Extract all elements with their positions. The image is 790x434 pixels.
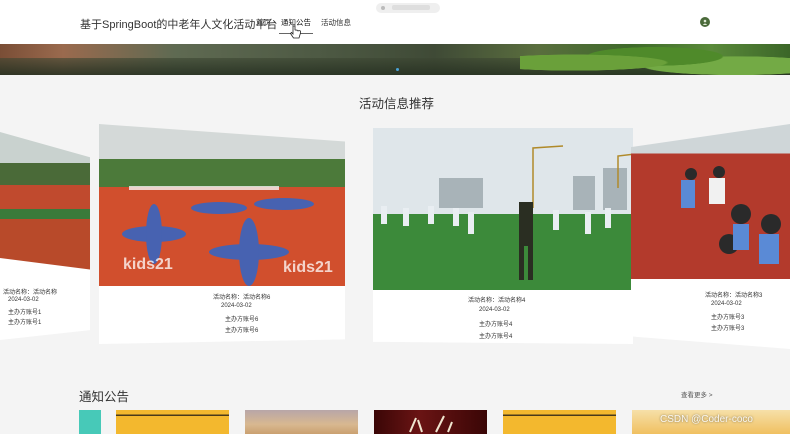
card-date: 2024-03-02: [221, 303, 252, 309]
main-nav: 首页 通知公告 活动信息: [256, 17, 351, 34]
csdn-watermark: CSDN @Coder-coco: [660, 414, 753, 425]
kids-watermark: kids21: [123, 256, 173, 273]
nav-home[interactable]: 首页: [256, 17, 271, 28]
hand-cursor-icon: [290, 25, 301, 39]
card-host: 主办方账号1: [8, 310, 42, 316]
hero-banner: [0, 44, 790, 75]
card-activity-name: 活动名称：活动名称: [3, 290, 58, 296]
card-activity-name: 活动名称：活动名称6: [213, 295, 271, 301]
activity-card-1[interactable]: 活动名称：活动名称 2024-03-02 主办方账号1 主办方账号1: [0, 130, 92, 340]
site-title: 基于SpringBoot的中老年人文化活动平台: [80, 19, 278, 31]
activity-card-image: [631, 124, 790, 289]
banner-indicator[interactable]: [396, 68, 399, 71]
card-activity-name: 活动名称：活动名称3: [705, 293, 763, 299]
card-date: 2024-03-02: [479, 307, 510, 313]
activity-card-image: [373, 128, 633, 293]
activity-card-4[interactable]: 活动名称：活动名称3 2024-03-02 主办方账号3 主办方账号3: [631, 124, 790, 349]
notice-thumb-1[interactable]: [79, 410, 101, 434]
card-host: 主办方账号3: [711, 315, 745, 321]
notice-thumb-5[interactable]: [503, 410, 616, 434]
card-date: 2024-03-02: [8, 297, 39, 303]
card-host-account: 主办方账号3: [711, 326, 745, 332]
activity-card-2[interactable]: kids21 kids21 活动名称：活动名称6 2024-03-02 主办方账…: [99, 124, 345, 344]
activity-section-title: 活动信息推荐: [359, 97, 435, 111]
view-more-link[interactable]: 查看更多 >: [681, 389, 713, 399]
card-activity-name: 活动名称：活动名称4: [468, 298, 526, 304]
kids-watermark: kids21: [283, 259, 333, 276]
card-date: 2024-03-02: [711, 301, 742, 307]
card-host-account: 主办方账号1: [8, 320, 42, 326]
top-header: 基于SpringBoot的中老年人文化活动平台 首页 通知公告 活动信息: [0, 0, 790, 44]
activity-card-image: [0, 132, 90, 272]
notice-section-title: 通知公告: [79, 390, 130, 404]
nav-activities[interactable]: 活动信息: [321, 17, 351, 28]
card-host-account: 主办方账号6: [225, 328, 259, 334]
card-host-account: 主办方账号4: [479, 334, 513, 340]
notice-thumb-3[interactable]: [245, 410, 358, 434]
card-host: 主办方账号6: [225, 317, 259, 323]
notice-thumb-2[interactable]: [116, 410, 229, 434]
notice-thumb-4[interactable]: [374, 410, 487, 434]
pill-placeholder: [392, 5, 430, 10]
user-avatar-icon[interactable]: [700, 17, 710, 27]
pill-dot-icon: [381, 6, 385, 10]
card-host: 主办方账号4: [479, 322, 513, 328]
activity-card-3[interactable]: 活动名称：活动名称4 2024-03-02 主办方账号4 主办方账号4: [373, 124, 633, 344]
